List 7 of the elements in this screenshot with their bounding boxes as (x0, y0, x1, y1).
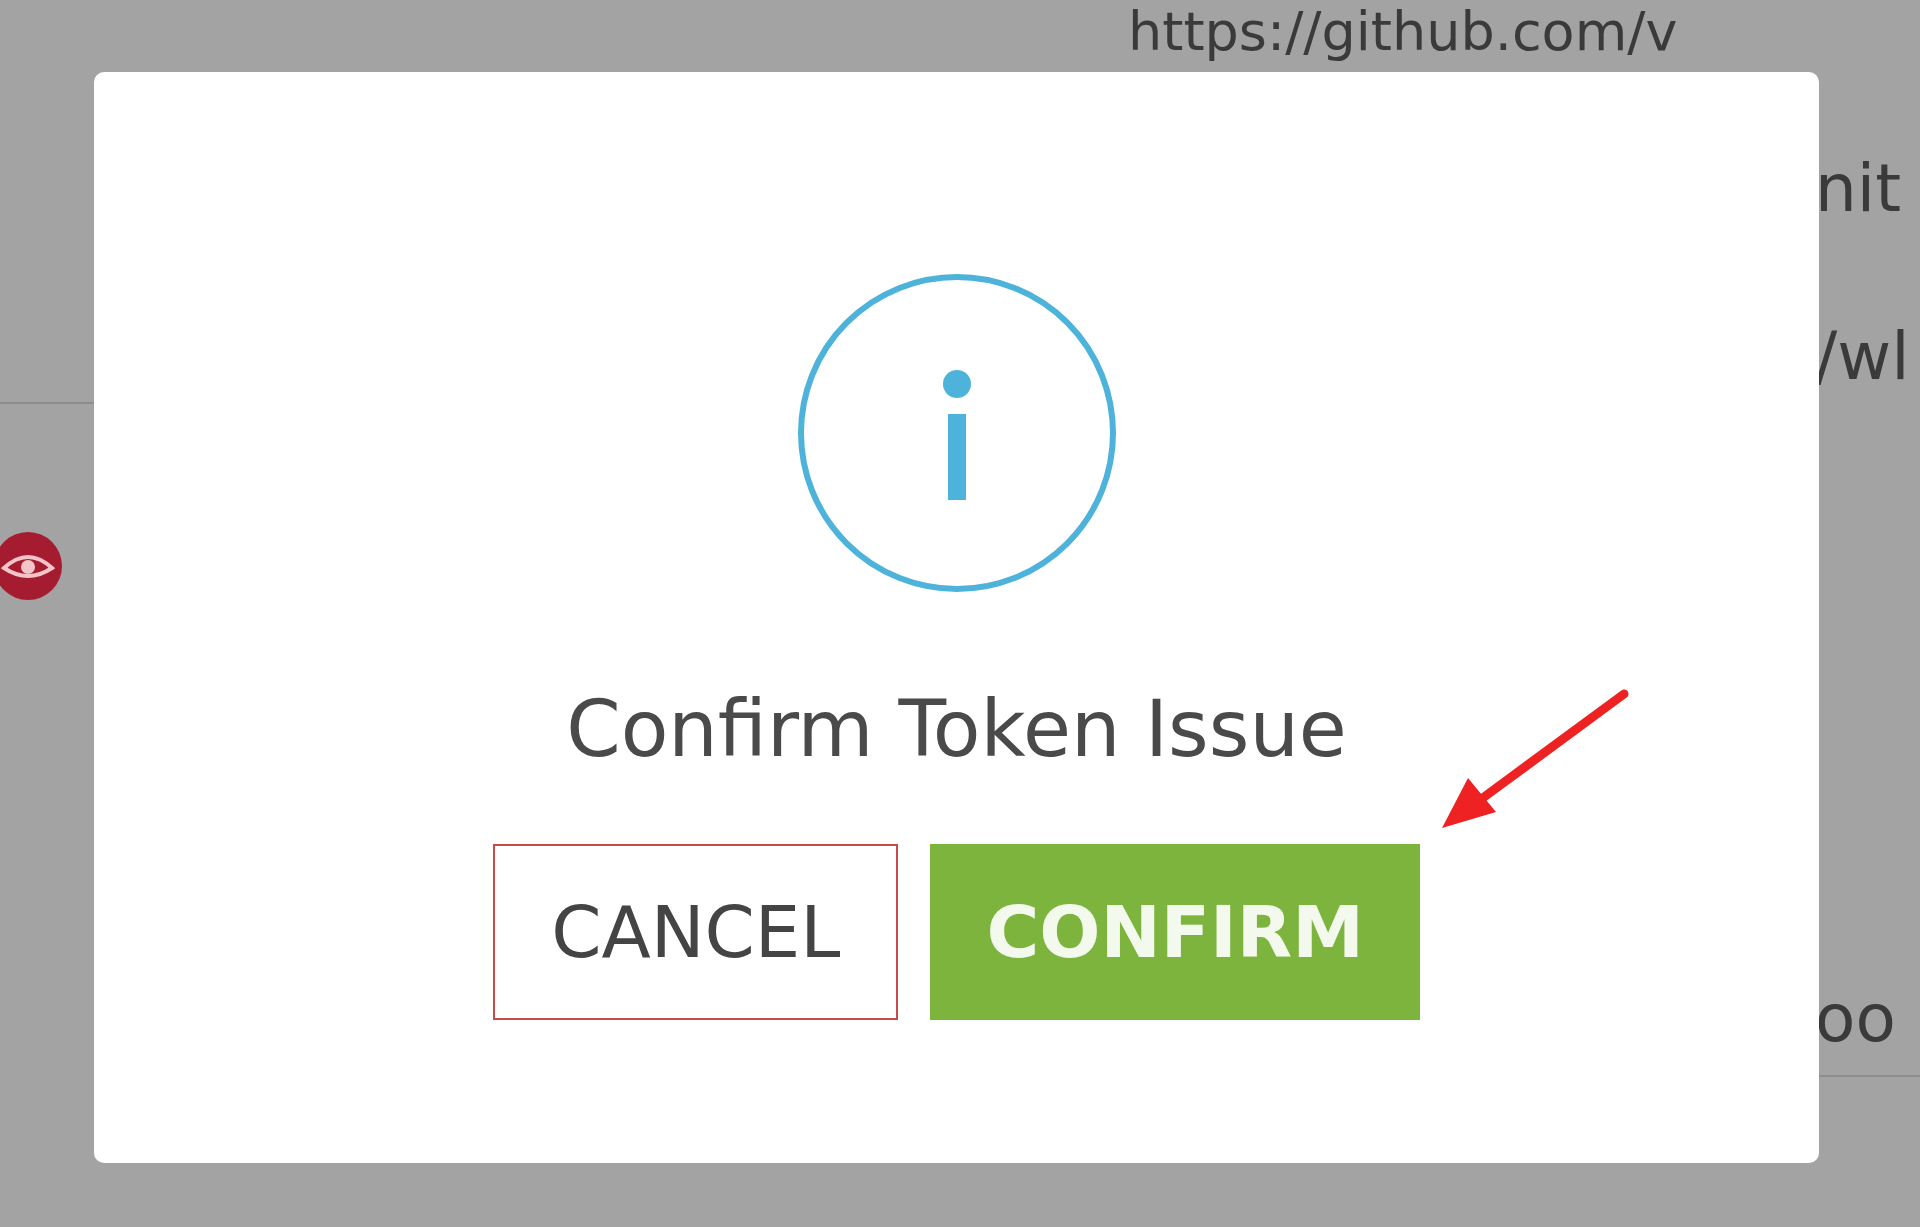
info-icon (795, 272, 1118, 594)
background-text: oo (1815, 980, 1896, 1057)
url-text: https://github.com/v (1128, 0, 1678, 64)
background-text: /wl (1815, 318, 1910, 395)
dialog-title: Confirm Token Issue (566, 684, 1347, 774)
cancel-button[interactable]: CANCEL (493, 844, 899, 1020)
background-text: nit (1815, 150, 1902, 227)
